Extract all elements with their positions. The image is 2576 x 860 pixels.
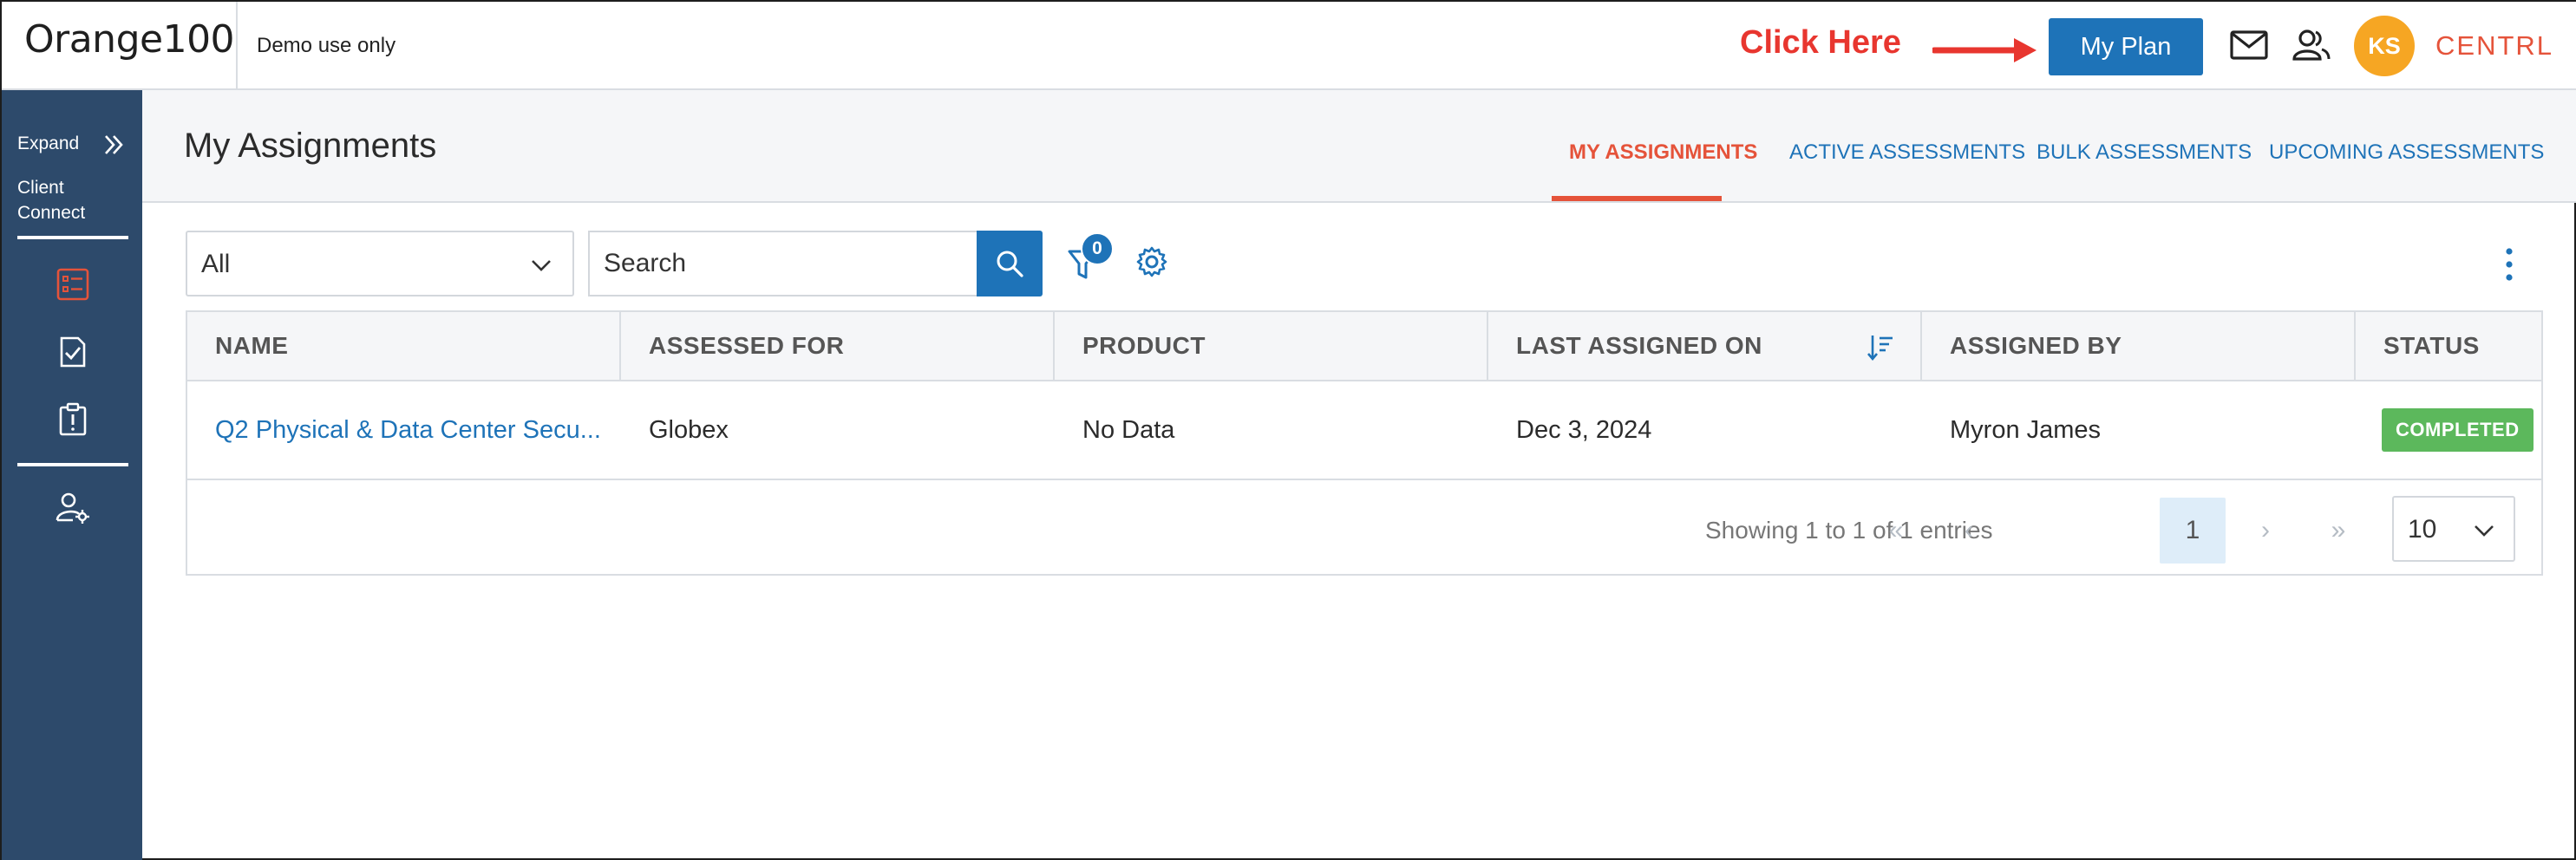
pagination-prev-button[interactable]: ‹ (1936, 498, 2002, 564)
left-sidebar: Expand Client Connect (2, 90, 142, 860)
cell-product: No Data (1082, 415, 1175, 444)
column-header-assessed-for[interactable]: ASSESSED FOR (621, 312, 1055, 380)
table-header: NAME ASSESSED FOR PRODUCT LAST ASSIGNED … (187, 312, 2541, 381)
company-logo: CENTRL (2435, 30, 2554, 61)
mail-icon[interactable] (2229, 28, 2269, 62)
chevron-down-icon (532, 260, 551, 271)
gear-icon[interactable] (1134, 244, 1169, 279)
assignments-list-icon[interactable] (56, 267, 90, 302)
more-options-icon[interactable] (2496, 246, 2522, 283)
users-icon[interactable] (2292, 28, 2331, 62)
my-plan-button[interactable]: My Plan (2049, 18, 2203, 75)
column-header-assigned-by[interactable]: ASSIGNED BY (1922, 312, 2356, 380)
pagination-first-button[interactable]: « (1863, 498, 1929, 564)
status-badge: COMPLETED (2382, 408, 2534, 452)
tab-bulk-assessments[interactable]: BULK ASSESSMENTS (2037, 140, 2252, 165)
column-header-last-assigned-on[interactable]: LAST ASSIGNED ON (1488, 312, 1922, 380)
assignments-table: NAME ASSESSED FOR PRODUCT LAST ASSIGNED … (186, 310, 2543, 576)
tab-upcoming-assessments[interactable]: UPCOMING ASSESSMENTS (2269, 140, 2544, 165)
annotation-arrow-icon (1932, 38, 2037, 62)
page-header: My Assignments MY ASSIGNMENTS ACTIVE ASS… (142, 90, 2576, 203)
search-button[interactable] (977, 231, 1043, 296)
click-here-annotation: Click Here (1740, 24, 1901, 61)
pagination-current-page[interactable]: 1 (2160, 498, 2226, 564)
cell-assigned-by: Myron James (1950, 415, 2102, 444)
chevron-down-icon (2475, 525, 2494, 537)
user-avatar[interactable]: KS (2354, 16, 2415, 76)
pagination-last-button[interactable]: » (2305, 498, 2371, 564)
sidebar-section-label: Client Connect (17, 178, 86, 223)
double-chevron-right-icon[interactable] (102, 134, 125, 156)
cell-status: COMPLETED (2356, 381, 2541, 479)
sidebar-divider (17, 236, 128, 239)
column-header-status[interactable]: STATUS (2356, 312, 2541, 380)
page-size-select[interactable]: 10 (2392, 496, 2515, 562)
app-window: Orange100 Demo use only Click Here My Pl… (0, 0, 2576, 860)
page-size-value: 10 (2408, 515, 2437, 544)
cell-last-assigned-on: Dec 3, 2024 (1516, 415, 1652, 444)
header-divider (236, 2, 238, 90)
brand-logo[interactable]: Orange100 (24, 17, 235, 62)
column-header-product[interactable]: PRODUCT (1055, 312, 1488, 380)
tab-my-assignments[interactable]: MY ASSIGNMENTS (1569, 140, 1757, 165)
top-header: Orange100 Demo use only Click Here My Pl… (2, 2, 2576, 90)
alert-clipboard-icon[interactable] (56, 402, 90, 437)
table-row[interactable]: Q2 Physical & Data Center Secu... Globex… (187, 381, 2541, 480)
check-document-icon[interactable] (56, 335, 90, 369)
search-icon (997, 251, 1023, 277)
user-settings-icon[interactable] (56, 491, 90, 525)
page-title: My Assignments (184, 127, 437, 165)
pagination-next-button[interactable]: › (2233, 498, 2298, 564)
filter-count-badge: 0 (1081, 232, 1114, 265)
tagline: Demo use only (257, 34, 396, 57)
column-header-name[interactable]: NAME (187, 312, 621, 380)
cell-assessed-for: Globex (649, 415, 729, 444)
tab-active-assessments[interactable]: ACTIVE ASSESSMENTS (1789, 140, 2025, 165)
search-input[interactable] (588, 231, 978, 296)
column-header-last-assigned-on-label: LAST ASSIGNED ON (1516, 332, 1762, 359)
assignment-name-link[interactable]: Q2 Physical & Data Center Secu... (187, 381, 621, 479)
filter-select[interactable]: All (186, 231, 574, 296)
active-tab-indicator (1552, 196, 1722, 201)
filter-select-value: All (201, 250, 231, 278)
sidebar-divider (17, 463, 128, 466)
sidebar-expand-label[interactable]: Expand (17, 134, 79, 154)
sort-descending-icon[interactable] (1867, 333, 1894, 362)
